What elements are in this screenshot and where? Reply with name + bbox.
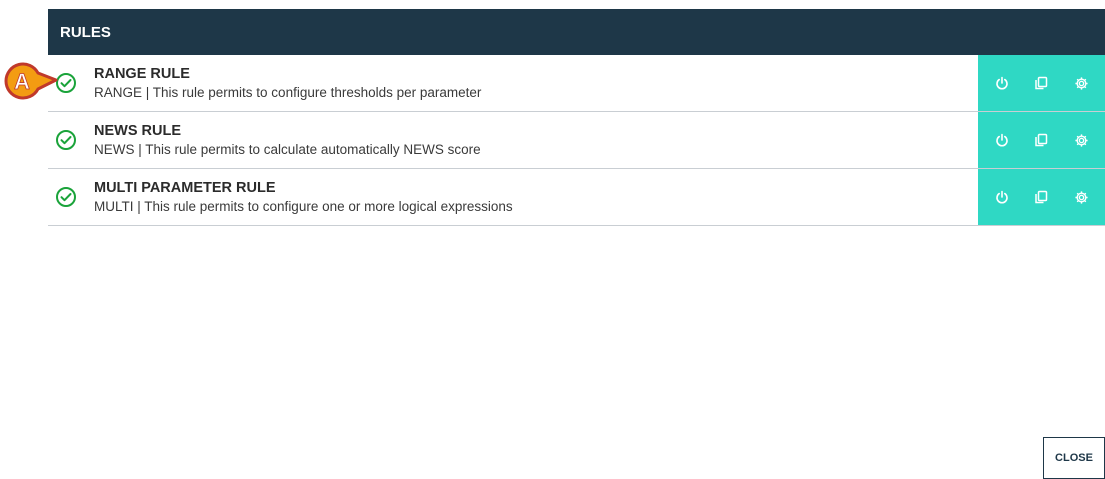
check-circle-icon xyxy=(48,169,84,225)
panel-header: RULES xyxy=(48,9,1105,55)
callout-marker: A xyxy=(4,62,58,100)
close-button[interactable]: CLOSE xyxy=(1043,437,1105,479)
power-button[interactable] xyxy=(989,184,1015,210)
rule-info: MULTI PARAMETER RULE MULTI | This rule p… xyxy=(84,169,978,225)
check-circle-icon xyxy=(48,112,84,168)
copy-icon xyxy=(1035,133,1048,147)
rule-info: RANGE RULE RANGE | This rule permits to … xyxy=(84,55,978,111)
power-icon xyxy=(996,76,1008,90)
settings-icon xyxy=(1075,76,1088,90)
settings-button[interactable] xyxy=(1068,70,1094,96)
copy-icon xyxy=(1035,190,1048,204)
rule-description: RANGE | This rule permits to configure t… xyxy=(94,84,482,100)
settings-icon xyxy=(1075,133,1088,147)
rule-title: RANGE RULE xyxy=(94,65,190,82)
rule-row: MULTI PARAMETER RULE MULTI | This rule p… xyxy=(48,169,1105,226)
power-button[interactable] xyxy=(989,70,1015,96)
power-icon xyxy=(996,190,1008,204)
copy-button[interactable] xyxy=(1028,184,1054,210)
rule-row: NEWS RULE NEWS | This rule permits to ca… xyxy=(48,112,1105,169)
rule-row: RANGE RULE RANGE | This rule permits to … xyxy=(48,55,1105,112)
power-button[interactable] xyxy=(989,127,1015,153)
close-button-label: CLOSE xyxy=(1055,452,1093,464)
copy-icon xyxy=(1035,76,1048,90)
copy-button[interactable] xyxy=(1028,70,1054,96)
rule-actions xyxy=(978,169,1105,225)
settings-button[interactable] xyxy=(1068,127,1094,153)
settings-icon xyxy=(1075,190,1088,204)
settings-button[interactable] xyxy=(1068,184,1094,210)
copy-button[interactable] xyxy=(1028,127,1054,153)
rules-panel: RULES RANGE RULE RANGE | This rule permi… xyxy=(48,9,1105,226)
rule-actions xyxy=(978,112,1105,168)
panel-title: RULES xyxy=(60,23,111,41)
power-icon xyxy=(996,133,1008,147)
rule-actions xyxy=(978,55,1105,111)
rule-title: MULTI PARAMETER RULE xyxy=(94,179,276,196)
rule-info: NEWS RULE NEWS | This rule permits to ca… xyxy=(84,112,978,168)
callout-label: A xyxy=(14,69,30,94)
rule-description: MULTI | This rule permits to configure o… xyxy=(94,198,513,214)
rule-description: NEWS | This rule permits to calculate au… xyxy=(94,141,481,157)
rule-title: NEWS RULE xyxy=(94,122,181,139)
